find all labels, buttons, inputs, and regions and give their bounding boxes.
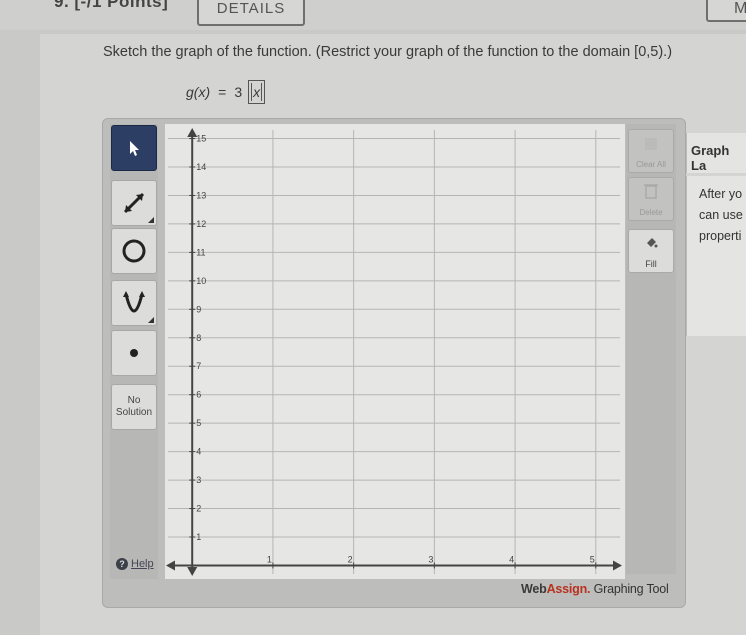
parabola-tool[interactable] (111, 280, 157, 326)
pointer-tool[interactable] (111, 125, 157, 171)
x-tick-label: 4 (509, 554, 514, 564)
clear-all-button[interactable]: Clear All (628, 129, 674, 173)
y-tick-label: 15 (196, 134, 206, 144)
circle-tool[interactable] (111, 228, 157, 274)
no-solution-line2: Solution (115, 407, 153, 418)
fill-label: Fill (645, 259, 657, 269)
x-tick-label: 5 (590, 554, 595, 564)
pointer-icon (130, 141, 139, 156)
x-tick-label: 2 (348, 554, 353, 564)
y-tick-label: 14 (196, 162, 206, 172)
paint-bucket-icon (647, 238, 658, 248)
graph-layers-panel: Graph La (686, 133, 746, 173)
grid-background (165, 124, 625, 579)
y-tick-label: 5 (196, 418, 201, 428)
fill-button[interactable]: Fill (628, 229, 674, 273)
function-lhs: g(x) (186, 84, 211, 100)
info-line2: can use (699, 208, 743, 222)
line-tool[interactable] (111, 180, 157, 226)
y-tick-label: 10 (196, 276, 206, 286)
graph-layers-info: After yo can use properti (686, 176, 746, 336)
question-prompt: Sketch the graph of the function. (Restr… (103, 44, 673, 60)
brand-rest: Graphing Tool (590, 582, 669, 596)
x-tick-label: 1 (267, 554, 272, 564)
info-line3: properti (699, 229, 742, 243)
function-arg: x (253, 84, 261, 100)
parabola-tool-options-icon (148, 317, 154, 323)
coordinate-grid[interactable]: 1234567891011121314151 2 3 4 5 (165, 124, 625, 579)
delete-button[interactable]: Delete (628, 177, 674, 221)
greatest-integer-brackets: x (248, 80, 266, 104)
no-solution-line1: No (127, 395, 141, 406)
parabola-icon (123, 291, 145, 313)
no-solution-button[interactable]: No Solution (111, 384, 157, 430)
y-tick-label: 1 (196, 532, 201, 542)
x-tick-label: 3 (428, 554, 433, 564)
help-link[interactable]: ? Help (116, 558, 154, 570)
clear-all-label: Clear All (636, 160, 666, 169)
circle-icon (122, 239, 146, 263)
brand-web: Web (521, 582, 547, 596)
clear-all-icon (645, 138, 657, 150)
function-coefficient: 3 (234, 84, 243, 100)
delete-label: Delete (639, 208, 663, 217)
y-tick-label: 13 (196, 190, 206, 200)
brand-assign: Assign. (546, 582, 591, 596)
y-tick-label: 7 (196, 361, 201, 371)
graph-layers-title: Graph La (691, 143, 730, 173)
graph-canvas[interactable]: 1 2 3 4 5 6 7 8 9 10 11 12 13 14 15 1 2 3 4 5 (165, 124, 625, 579)
y-tick-label: 12 (196, 219, 206, 229)
y-tick-label: 9 (196, 304, 201, 314)
y-tick-label: 3 (196, 475, 201, 485)
y-tick-label: 11 (196, 247, 205, 257)
y-tick-label: 8 (196, 333, 201, 343)
help-icon: ? (116, 558, 128, 570)
my-notes-button[interactable]: MY (706, 0, 746, 22)
question-points: 9. [-/1 Points] (54, 0, 169, 11)
function-expression: g(x) = 3 x (186, 80, 266, 104)
y-tick-label: 6 (196, 390, 201, 400)
help-label: Help (131, 558, 154, 570)
line-tool-options-icon (148, 217, 154, 223)
line-icon (123, 192, 145, 214)
point-icon (130, 349, 138, 357)
webassign-brand: WebAssign. Graphing Tool (521, 582, 669, 596)
y-tick-label: 2 (196, 504, 201, 514)
trash-icon (644, 184, 658, 199)
point-tool[interactable] (111, 330, 157, 376)
y-tick-label: 4 (196, 447, 201, 457)
details-button[interactable]: DETAILS (197, 0, 305, 26)
info-line1: After yo (699, 187, 743, 201)
function-equals: = (218, 84, 227, 100)
